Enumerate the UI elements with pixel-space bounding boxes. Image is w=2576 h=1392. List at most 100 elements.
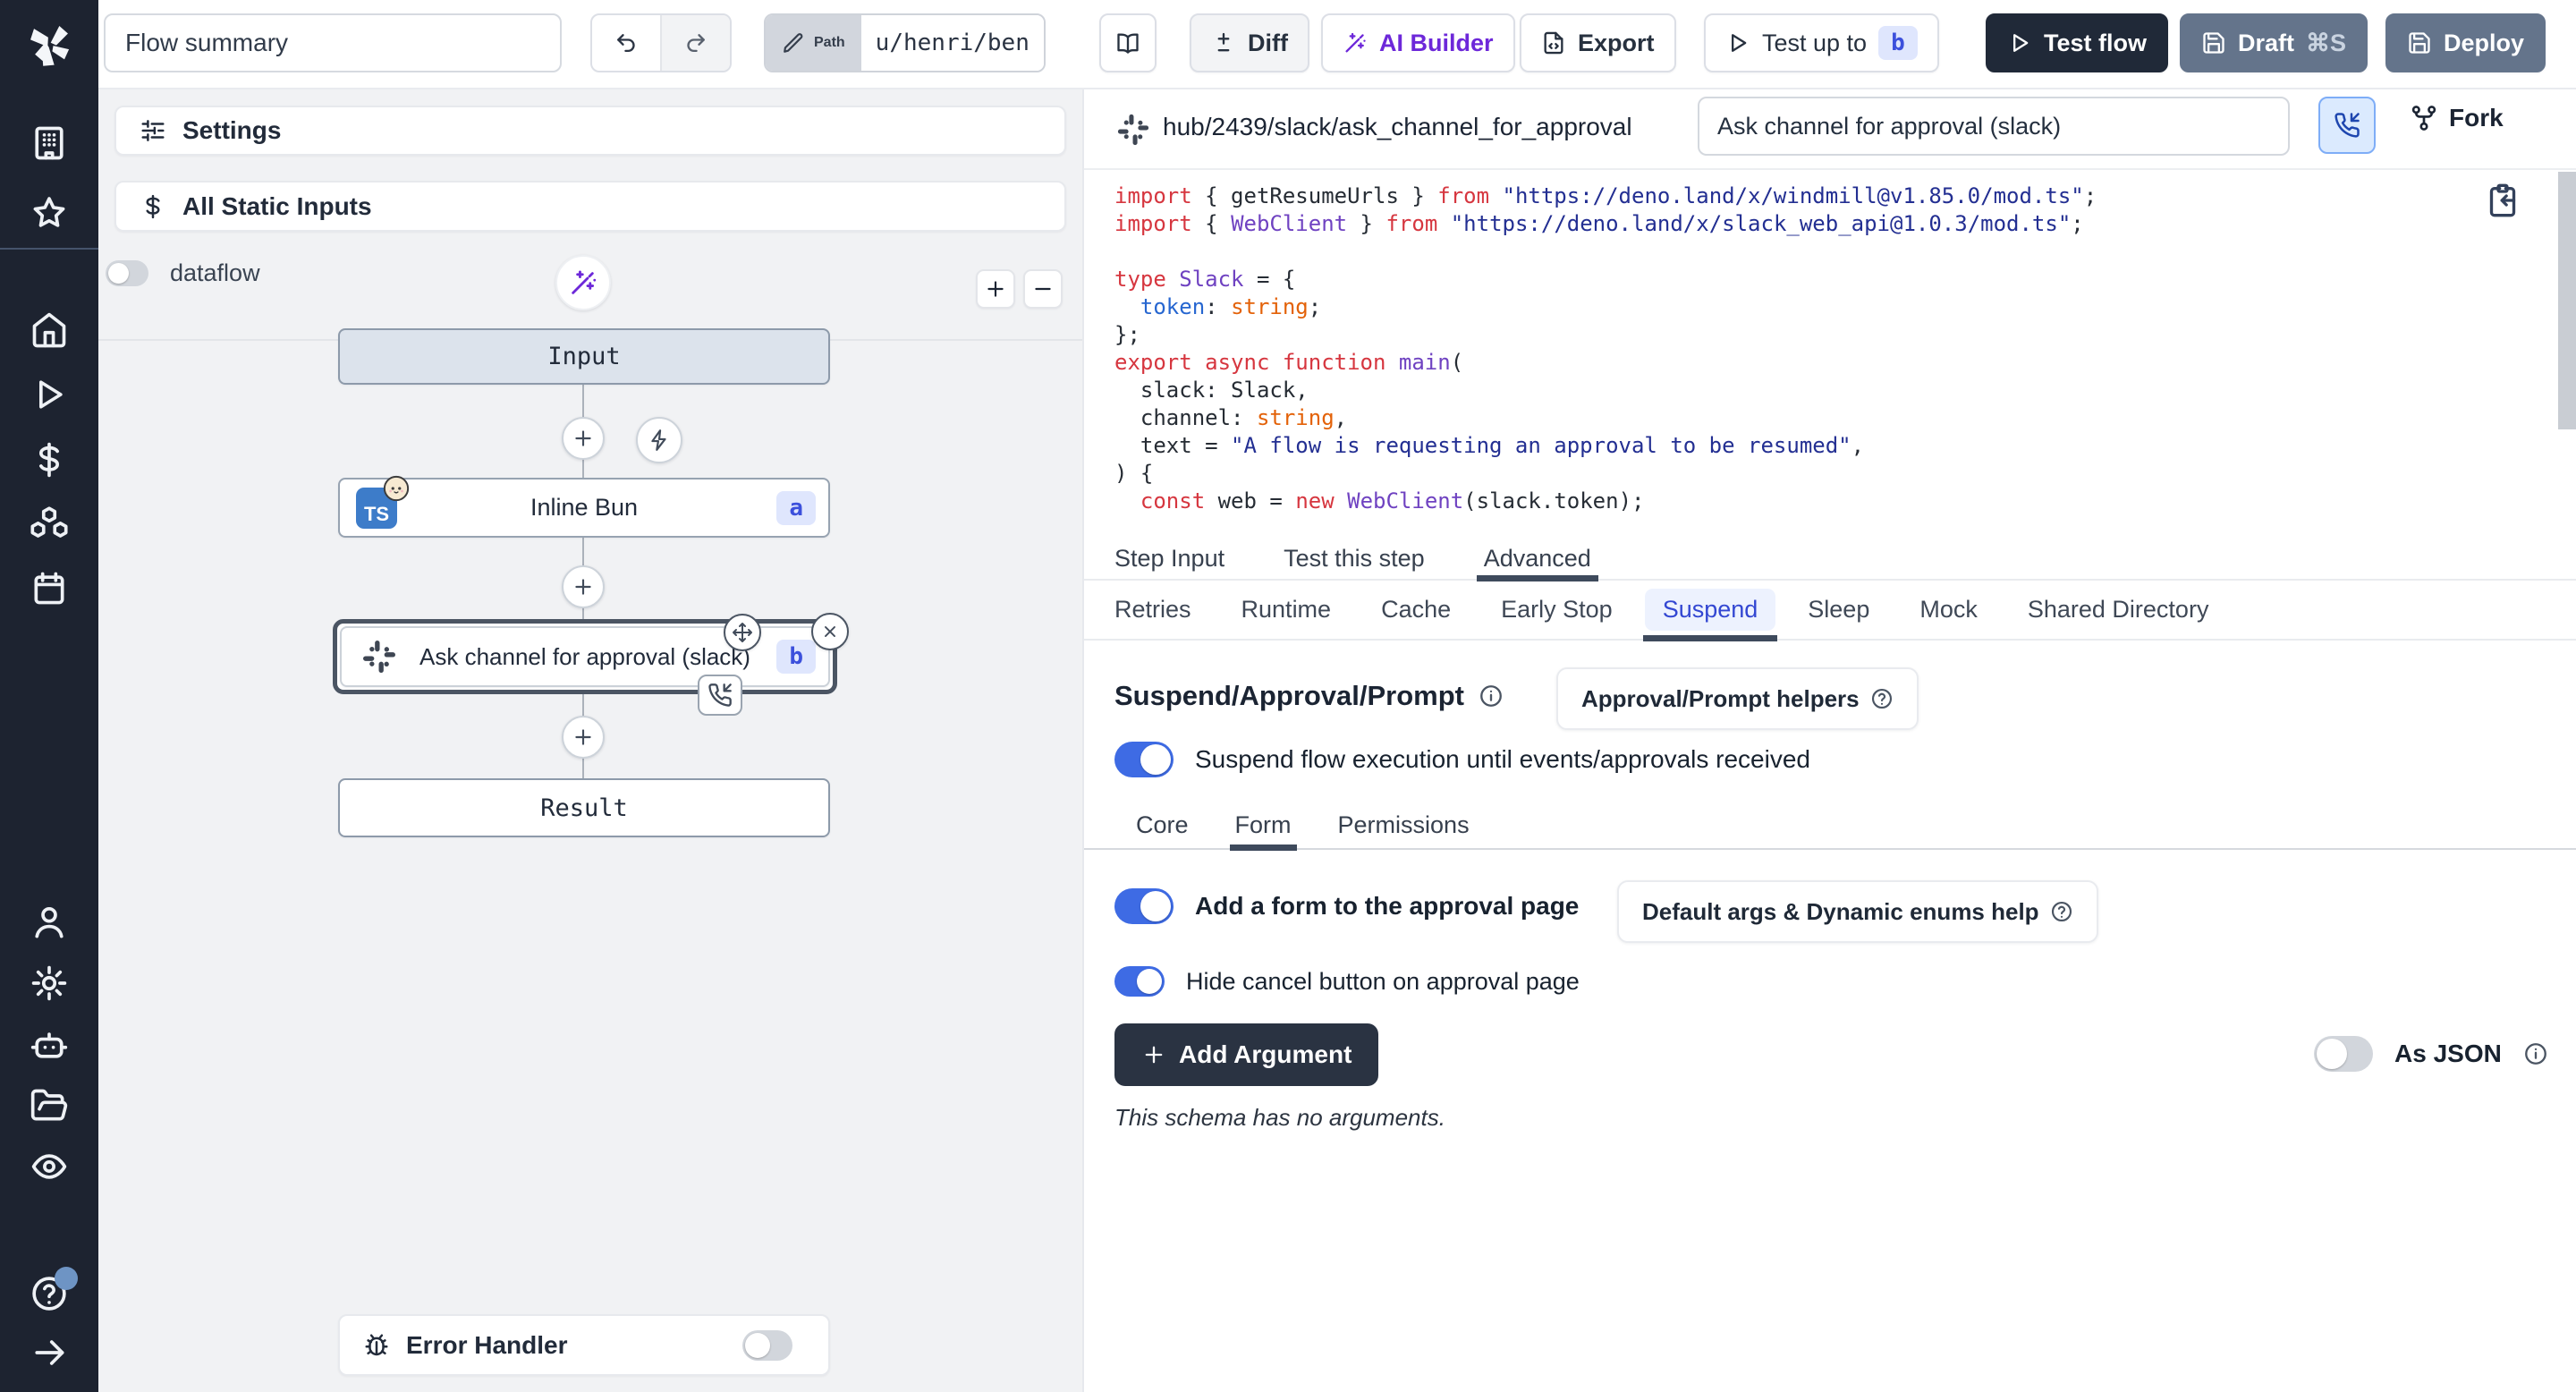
folders-icon[interactable] <box>30 1086 69 1125</box>
runs-play-icon[interactable] <box>30 375 69 414</box>
expand-arrow-icon[interactable] <box>30 1333 69 1372</box>
schedules-calendar-icon[interactable] <box>30 569 69 608</box>
add-form-toggle-row: Add a form to the approval page <box>1114 888 1579 924</box>
home-icon[interactable] <box>30 310 69 350</box>
move-step-handle[interactable] <box>724 614 761 651</box>
default-args-help-button[interactable]: Default args & Dynamic enums help <box>1617 880 2098 943</box>
error-handler-toggle[interactable] <box>742 1330 792 1361</box>
plus-icon <box>984 277 1007 301</box>
settings-gear-icon[interactable] <box>30 963 69 1003</box>
tab-advanced[interactable]: Advanced <box>1484 537 1591 580</box>
suspend-heading: Suspend/Approval/Prompt <box>1114 680 1504 712</box>
dataflow-label: dataflow <box>170 259 260 287</box>
diff-button[interactable]: Diff <box>1190 13 1309 72</box>
flow-summary-input[interactable] <box>104 13 562 72</box>
slack-icon <box>1116 113 1150 147</box>
help-icon[interactable] <box>30 1274 69 1313</box>
test-up-to-step-badge: b <box>1878 26 1918 60</box>
trigger-zap-button[interactable] <box>636 417 682 463</box>
inline-bun-node[interactable]: TS Inline Bun a <box>338 478 830 538</box>
pencil-icon <box>782 31 805 55</box>
suspend-phone-button[interactable] <box>2318 97 2376 154</box>
toolbar: Path u/henri/ben Diff AI Builder Export … <box>98 0 2576 89</box>
tab-form[interactable]: Form <box>1235 802 1292 849</box>
test-up-to-button[interactable]: Test up to b <box>1704 13 1939 72</box>
empty-schema-note: This schema has no arguments. <box>1114 1104 1445 1132</box>
save-icon <box>2407 30 2432 55</box>
undo-redo-group <box>590 13 732 72</box>
tab-core[interactable]: Core <box>1136 802 1189 849</box>
tab-test-this-step[interactable]: Test this step <box>1284 537 1425 580</box>
resources-boxes-icon[interactable] <box>30 505 69 544</box>
tab-permissions[interactable]: Permissions <box>1338 802 1470 849</box>
docs-book-button[interactable] <box>1099 13 1157 72</box>
subtab-shared-directory[interactable]: Shared Directory <box>2028 580 2209 640</box>
error-handler-row[interactable]: Error Handler <box>338 1314 830 1376</box>
copy-code-button[interactable] <box>2485 182 2524 222</box>
step-detail-panel: hub/2439/slack/ask_channel_for_approval … <box>1082 89 2576 1392</box>
hub-path[interactable]: hub/2439/slack/ask_channel_for_approval <box>1163 113 1632 141</box>
zap-icon <box>648 429 671 452</box>
zoom-in-button[interactable] <box>976 269 1015 309</box>
help-circle-icon <box>1870 687 1894 710</box>
book-open-icon <box>1115 30 1140 55</box>
deploy-button[interactable]: Deploy <box>2385 13 2546 72</box>
subtab-sleep[interactable]: Sleep <box>1808 580 1869 640</box>
subtab-early-stop[interactable]: Early Stop <box>1501 580 1613 640</box>
path-selector[interactable]: Path u/henri/ben <box>764 13 1046 72</box>
add-step-button[interactable] <box>562 417 605 460</box>
export-button[interactable]: Export <box>1520 13 1676 72</box>
git-fork-icon <box>2410 104 2438 132</box>
subtab-mock[interactable]: Mock <box>1919 580 1978 640</box>
plus-icon <box>572 726 595 749</box>
workspace-icon[interactable] <box>30 123 69 163</box>
code-editor[interactable]: import { getResumeUrls } from "https://d… <box>1084 168 2576 538</box>
variables-dollar-icon[interactable] <box>30 440 69 480</box>
as-json-toggle[interactable] <box>2314 1036 2373 1072</box>
subtab-runtime[interactable]: Runtime <box>1241 580 1332 640</box>
fork-button[interactable]: Fork <box>2410 104 2504 132</box>
step-tabs: Step Input Test this step Advanced <box>1084 538 2576 581</box>
undo-button[interactable] <box>592 15 660 71</box>
info-icon[interactable] <box>1479 683 1504 709</box>
delete-step-button[interactable] <box>811 613 849 650</box>
add-argument-button[interactable]: Add Argument <box>1114 1023 1378 1086</box>
subtab-cache[interactable]: Cache <box>1381 580 1451 640</box>
workers-robot-icon[interactable] <box>30 1025 69 1065</box>
favorites-star-icon[interactable] <box>30 193 69 233</box>
flow-settings-button[interactable]: Settings <box>114 106 1066 156</box>
hide-cancel-toggle[interactable] <box>1114 966 1165 997</box>
tab-step-input[interactable]: Step Input <box>1114 537 1224 580</box>
test-flow-button[interactable]: Test flow <box>1986 13 2168 72</box>
minus-icon <box>1031 277 1055 301</box>
path-label: Path <box>814 35 845 51</box>
step-id-badge: a <box>776 491 816 525</box>
audit-eye-icon[interactable] <box>30 1147 69 1186</box>
input-node[interactable]: Input <box>338 328 830 385</box>
plus-icon <box>1141 1042 1166 1067</box>
ai-builder-button[interactable]: AI Builder <box>1321 13 1515 72</box>
approval-prompt-helpers-button[interactable]: Approval/Prompt helpers <box>1556 667 1919 730</box>
users-icon[interactable] <box>30 903 69 942</box>
dataflow-toggle[interactable] <box>106 260 148 286</box>
all-static-inputs-button[interactable]: All Static Inputs <box>114 181 1066 232</box>
zoom-out-button[interactable] <box>1023 269 1063 309</box>
draft-button[interactable]: Draft ⌘S <box>2180 13 2368 72</box>
add-form-toggle[interactable] <box>1114 888 1174 924</box>
windmill-logo[interactable] <box>19 14 80 75</box>
add-step-button[interactable] <box>562 716 605 759</box>
move-icon <box>732 622 753 643</box>
step-name-input[interactable] <box>1698 97 2290 156</box>
suspend-toggle[interactable] <box>1114 742 1174 777</box>
clipboard-import-icon <box>2485 182 2521 218</box>
advanced-subtabs: Retries Runtime Cache Early Stop Suspend… <box>1084 581 2576 641</box>
info-icon[interactable] <box>2523 1041 2548 1066</box>
subtab-suspend[interactable]: Suspend <box>1663 580 1758 640</box>
add-step-button[interactable] <box>562 565 605 608</box>
subtab-retries[interactable]: Retries <box>1114 580 1191 640</box>
ai-wand-button[interactable] <box>555 255 611 310</box>
add-form-label: Add a form to the approval page <box>1195 892 1579 921</box>
redo-button[interactable] <box>660 15 730 71</box>
code-scrollbar[interactable] <box>2558 172 2576 429</box>
result-node[interactable]: Result <box>338 778 830 837</box>
